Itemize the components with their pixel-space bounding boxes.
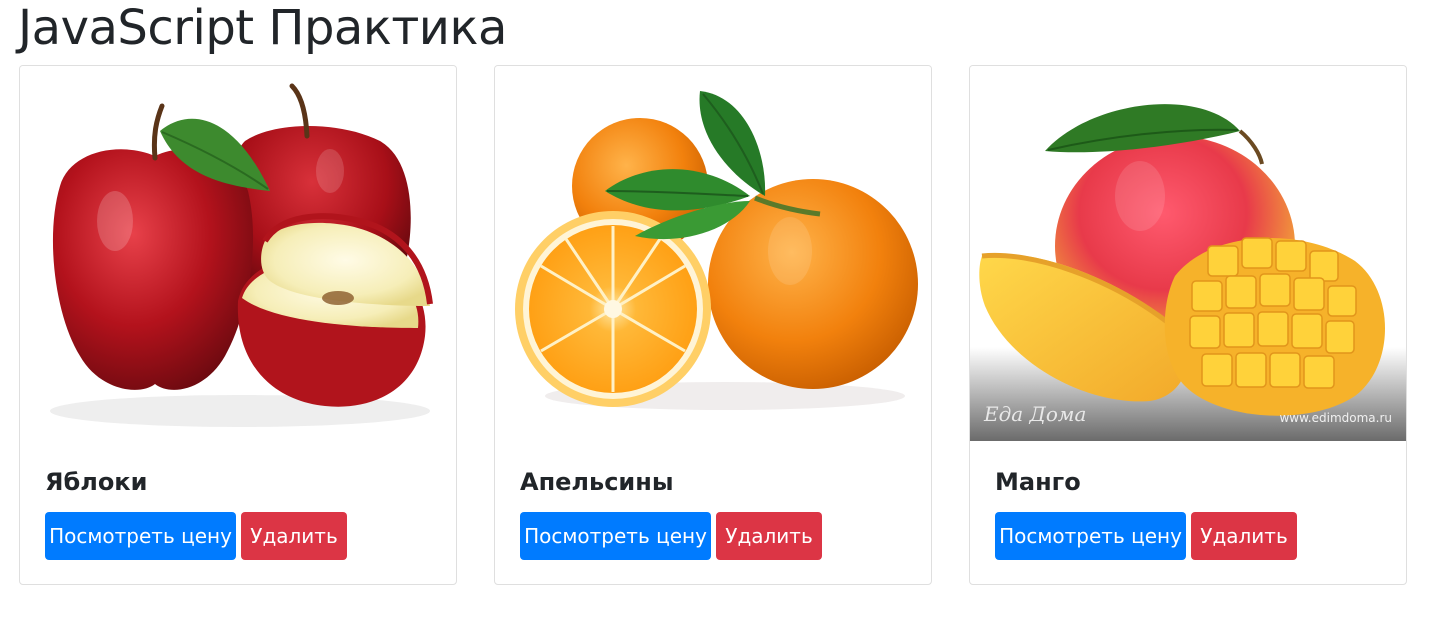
oranges-illustration [495, 66, 931, 441]
view-price-button[interactable]: Посмотреть цену [995, 512, 1186, 560]
page-title: JavaScript Практика [18, 0, 507, 56]
watermark-logo: Еда Дома [983, 402, 1086, 426]
card-title: Яблоки [45, 468, 148, 496]
fruit-card-oranges: Апельсины Посмотреть цену Удалить [494, 65, 932, 585]
fruit-card-mango: Еда Дома www.edimdoma.ru Манго Посмотрет… [969, 65, 1407, 585]
apples-image [20, 66, 456, 441]
delete-button[interactable]: Удалить [241, 512, 347, 560]
card-actions: Посмотреть цену Удалить [520, 512, 822, 560]
oranges-image [495, 66, 931, 441]
card-actions: Посмотреть цену Удалить [995, 512, 1297, 560]
view-price-button[interactable]: Посмотреть цену [45, 512, 236, 560]
fruit-card-list: Яблоки Посмотреть цену Удалить Апельсины… [19, 65, 1409, 585]
delete-button[interactable]: Удалить [1191, 512, 1297, 560]
card-title: Манго [995, 468, 1081, 496]
card-body: Манго Посмотреть цену Удалить [995, 466, 1381, 560]
watermark-url: www.edimdoma.ru [1279, 411, 1392, 425]
delete-button[interactable]: Удалить [716, 512, 822, 560]
fruit-card-apples: Яблоки Посмотреть цену Удалить [19, 65, 457, 585]
card-body: Яблоки Посмотреть цену Удалить [45, 466, 431, 560]
card-actions: Посмотреть цену Удалить [45, 512, 347, 560]
view-price-button[interactable]: Посмотреть цену [520, 512, 711, 560]
mango-illustration: Еда Дома www.edimdoma.ru [970, 66, 1406, 441]
card-title: Апельсины [520, 468, 674, 496]
card-body: Апельсины Посмотреть цену Удалить [520, 466, 906, 560]
mango-image: Еда Дома www.edimdoma.ru [970, 66, 1406, 441]
red-apples-illustration [20, 66, 456, 441]
